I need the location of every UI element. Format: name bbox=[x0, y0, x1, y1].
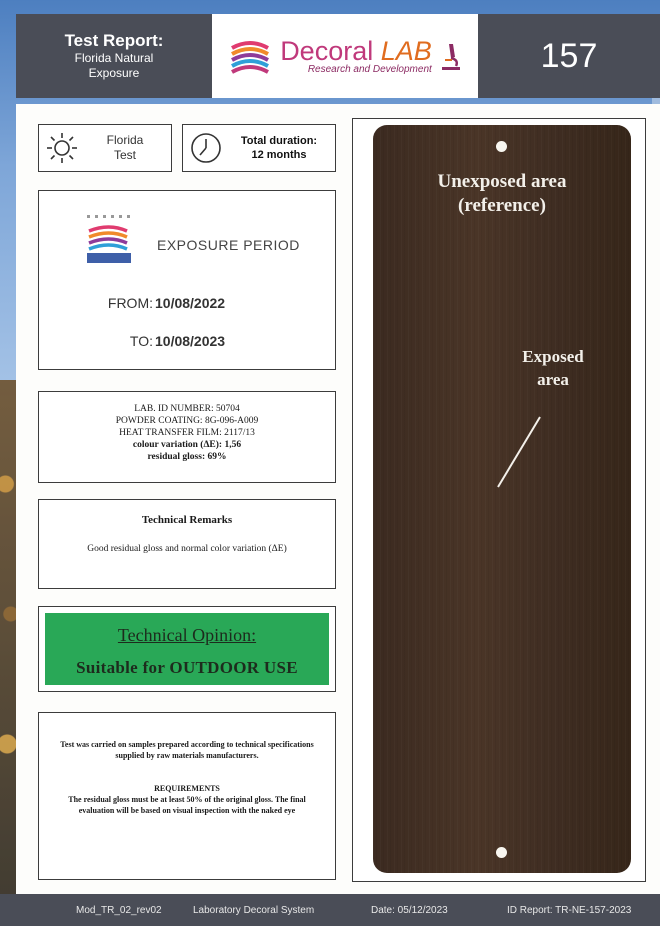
sun-icon bbox=[47, 133, 77, 163]
colour-variation: colour variation (ΔE): 1,56 bbox=[132, 440, 242, 450]
report-title: Test Report: bbox=[64, 31, 164, 50]
footer-report-id: ID Report: TR-NE-157-2023 bbox=[507, 904, 632, 916]
test-notes-text: Test was carried on samples prepared acc… bbox=[60, 740, 314, 760]
panel-hole-top bbox=[496, 141, 507, 152]
residual-gloss: residual gloss: 69% bbox=[147, 452, 227, 462]
report-title-block: Test Report: Florida Natural Exposure bbox=[16, 14, 212, 98]
technical-opinion-title: Technical Opinion: bbox=[117, 625, 257, 645]
footer-module: Mod_TR_02_rev02 bbox=[76, 904, 162, 916]
test-type-box: Florida Test bbox=[38, 124, 172, 172]
panel-hole-bottom bbox=[496, 847, 507, 858]
heat-transfer-film: HEAT TRANSFER FILM: 2117/13 bbox=[119, 428, 255, 438]
test-notes-box: Test was carried on samples prepared acc… bbox=[38, 712, 336, 880]
report-subtitle-line1: Florida Natural bbox=[74, 51, 154, 65]
technical-remarks-box: Technical Remarks Good residual gloss an… bbox=[38, 499, 336, 589]
florida-lab-mini-logo-icon bbox=[87, 215, 131, 263]
unexposed-area-label: Unexposed area (reference) bbox=[373, 170, 631, 218]
powder-coating: POWDER COATING: 8G-096-A009 bbox=[115, 416, 259, 426]
technical-opinion-box: Technical Opinion: Suitable for OUTDOOR … bbox=[38, 606, 336, 692]
exposed-area-pointer-line bbox=[497, 416, 541, 488]
duration-value: 12 months bbox=[251, 149, 307, 161]
decoral-lab-logo: Decoral LAB Research and Development bbox=[212, 14, 478, 98]
technical-remarks-text: Good residual gloss and normal color var… bbox=[87, 544, 287, 554]
sample-panel-frame: Unexposed area (reference) Exposed area bbox=[352, 118, 646, 882]
from-date: 10/08/2022 bbox=[155, 295, 226, 311]
requirements-title: REQUIREMENTS bbox=[154, 784, 220, 793]
exposed-area-line2: area bbox=[537, 370, 569, 389]
lab-info-box: LAB. ID NUMBER: 50704 POWDER COATING: 8G… bbox=[38, 391, 336, 483]
exposed-area-label: Exposed area bbox=[493, 345, 613, 391]
to-date: 10/08/2023 bbox=[155, 333, 226, 349]
technical-opinion-verdict: Suitable for OUTDOOR USE bbox=[76, 658, 298, 677]
exposure-period-title: EXPOSURE PERIOD bbox=[157, 237, 300, 253]
technical-remarks-title: Technical Remarks bbox=[141, 514, 233, 526]
logo-word-decoral: Decoral bbox=[280, 36, 374, 66]
logo-tagline: Research and Development bbox=[307, 64, 432, 75]
exposure-period-box: EXPOSURE PERIOD FROM: 10/08/2022 TO: 10/… bbox=[38, 190, 336, 370]
report-body: Florida Test Total duration: 12 months E… bbox=[16, 104, 660, 894]
report-subtitle-line2: Exposure bbox=[88, 66, 140, 80]
clock-icon bbox=[191, 133, 221, 163]
sample-panel-image: Unexposed area (reference) Exposed area bbox=[373, 125, 631, 873]
report-number: 157 bbox=[478, 14, 660, 98]
report-footer: Mod_TR_02_rev02 Laboratory Decoral Syste… bbox=[0, 894, 660, 926]
decoral-stripes-icon bbox=[231, 41, 270, 74]
requirements-text: The residual gloss must be at least 50% … bbox=[68, 795, 306, 815]
to-label: TO: bbox=[129, 333, 153, 349]
unexposed-area-line2: (reference) bbox=[458, 195, 546, 216]
technical-opinion-banner: Technical Opinion: Suitable for OUTDOOR … bbox=[45, 613, 329, 685]
duration-box: Total duration: 12 months bbox=[182, 124, 336, 172]
logo-word-lab: LAB bbox=[380, 36, 432, 66]
lab-id: LAB. ID NUMBER: 50704 bbox=[134, 404, 240, 414]
duration-label: Total duration: bbox=[240, 135, 318, 147]
footer-date: Date: 05/12/2023 bbox=[371, 904, 448, 916]
microscope-icon bbox=[441, 44, 460, 70]
test-type-line2: Test bbox=[113, 148, 136, 162]
unexposed-area-line1: Unexposed area bbox=[437, 171, 567, 192]
test-type-line1: Florida bbox=[106, 133, 144, 147]
exposed-area-line1: Exposed bbox=[522, 347, 584, 366]
footer-system: Laboratory Decoral System bbox=[193, 904, 315, 916]
from-label: FROM: bbox=[107, 295, 153, 311]
